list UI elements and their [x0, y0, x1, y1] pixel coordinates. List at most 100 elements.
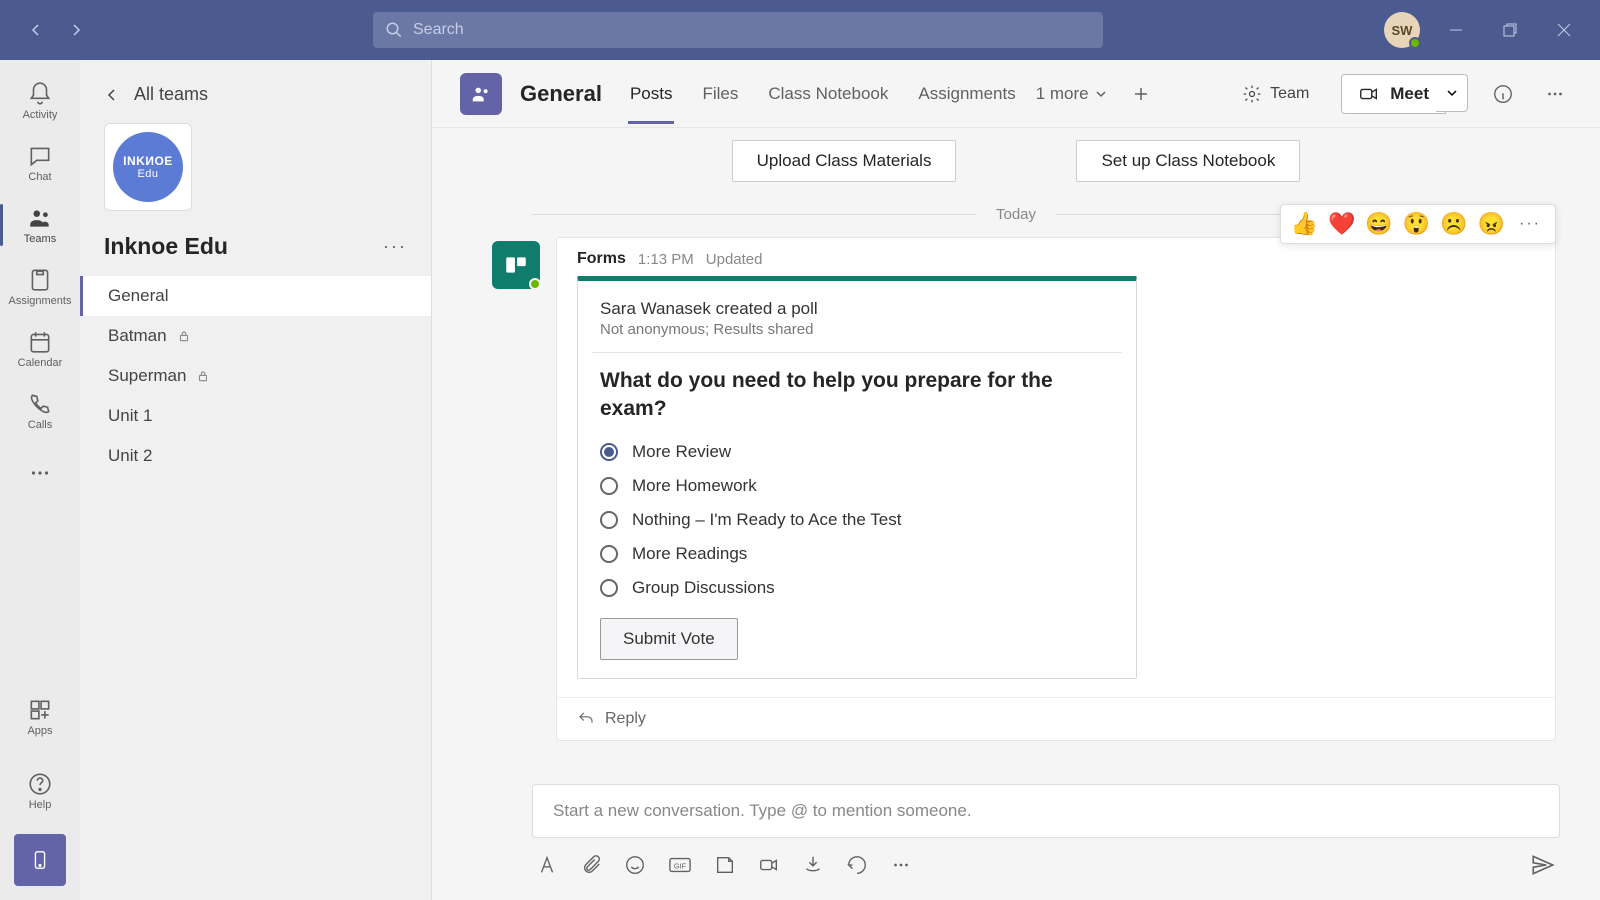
meet-dropdown-button[interactable] [1436, 74, 1468, 112]
emoji-icon[interactable] [624, 854, 646, 876]
reactions-bar: 👍 ❤️ 😄 😲 ☹️ 😠 ··· [1280, 204, 1556, 244]
info-button[interactable] [1486, 77, 1520, 111]
team-btn-label: Team [1270, 85, 1309, 103]
rail-label: Teams [24, 233, 56, 245]
rail-apps[interactable]: Apps [0, 686, 80, 748]
upload-materials-button[interactable]: Upload Class Materials [732, 140, 957, 182]
user-avatar[interactable]: SW [1384, 12, 1420, 48]
svg-text:GIF: GIF [674, 862, 687, 871]
reaction-more-button[interactable]: ··· [1515, 215, 1545, 233]
meet-button[interactable]: Meet [1341, 74, 1446, 114]
window-close-button[interactable] [1546, 12, 1582, 48]
video-icon [1358, 83, 1380, 105]
rail-activity[interactable]: Activity [0, 70, 80, 132]
lock-icon [196, 369, 210, 383]
reaction-emoji[interactable]: 😲 [1403, 211, 1430, 237]
gif-icon[interactable]: GIF [668, 854, 692, 876]
tab-add-button[interactable] [1131, 84, 1151, 104]
channel-item[interactable]: Unit 2 [80, 436, 431, 476]
rail-assignments[interactable]: Assignments [0, 256, 80, 318]
poll-meta: Not anonymous; Results shared [600, 321, 1114, 338]
radio-button [600, 511, 618, 529]
rail-chat[interactable]: Chat [0, 132, 80, 194]
loop-icon[interactable] [846, 854, 868, 876]
channel-title: General [520, 81, 602, 107]
channel-tab[interactable]: Class Notebook [766, 64, 890, 124]
channel-label: General [108, 286, 168, 306]
message-composer: Start a new conversation. Type @ to ment… [532, 784, 1560, 882]
info-icon [1492, 83, 1514, 105]
stream-icon[interactable] [802, 854, 824, 876]
meet-now-icon[interactable] [758, 854, 780, 876]
compose-more-icon[interactable] [890, 854, 912, 876]
search-box[interactable] [373, 12, 1103, 48]
team-icon [1242, 84, 1262, 104]
channel-tab[interactable]: Assignments [916, 64, 1017, 124]
app-rail: Activity Chat Teams Assignments Calendar… [0, 60, 80, 900]
tab-more-dropdown[interactable]: 1 more [1036, 84, 1107, 104]
sticker-icon[interactable] [714, 854, 736, 876]
rail-teams[interactable]: Teams [0, 194, 80, 256]
header-more-button[interactable] [1538, 77, 1572, 111]
send-button[interactable] [1530, 852, 1556, 878]
reaction-emoji[interactable]: 👍 [1291, 211, 1318, 237]
compose-input[interactable]: Start a new conversation. Type @ to ment… [532, 784, 1560, 838]
reply-button[interactable]: Reply [557, 697, 1555, 740]
poll-creator: Sara Wanasek created a poll [600, 299, 1114, 319]
titlebar: SW [0, 0, 1600, 60]
setup-notebook-button[interactable]: Set up Class Notebook [1076, 140, 1300, 182]
poll-option[interactable]: More Homework [600, 476, 1114, 496]
team-logo[interactable]: INKИOE Edu [104, 123, 192, 211]
bell-icon [27, 81, 53, 107]
channel-label: Unit 1 [108, 406, 152, 426]
team-more-button[interactable]: ··· [383, 236, 407, 257]
channel-sidebar: All teams INKИOE Edu Inknoe Edu ··· Gene… [80, 60, 432, 900]
reply-icon [577, 710, 595, 728]
presence-indicator [1409, 37, 1421, 49]
channel-item[interactable]: Unit 1 [80, 396, 431, 436]
poll-option[interactable]: Nothing – I'm Ready to Ace the Test [600, 510, 1114, 530]
poll-option-label: More Readings [632, 544, 747, 564]
radio-button [600, 579, 618, 597]
rail-label: Activity [23, 109, 58, 121]
team-avatar-icon [470, 83, 492, 105]
channel-item[interactable]: General [80, 276, 431, 316]
team-info-button[interactable]: Team [1228, 78, 1323, 110]
poll-question: What do you need to help you prepare for… [600, 367, 1114, 424]
reaction-emoji[interactable]: ❤️ [1328, 211, 1355, 237]
lock-icon [177, 329, 191, 343]
attach-icon[interactable] [580, 854, 602, 876]
reaction-emoji[interactable]: 😠 [1478, 211, 1505, 237]
channel-tab[interactable]: Posts [628, 64, 675, 124]
reaction-emoji[interactable]: 😄 [1365, 211, 1392, 237]
channel-item[interactable]: Superman [80, 356, 431, 396]
submit-vote-button[interactable]: Submit Vote [600, 618, 738, 660]
rail-mobile-button[interactable] [14, 834, 66, 886]
rail-more[interactable] [0, 442, 80, 504]
forms-icon [503, 252, 529, 278]
forms-app-avatar [492, 241, 540, 289]
rail-help[interactable]: Help [0, 760, 80, 822]
format-icon[interactable] [536, 854, 558, 876]
reaction-emoji[interactable]: ☹️ [1440, 211, 1467, 237]
window-minimize-button[interactable] [1438, 12, 1474, 48]
apps-icon [27, 697, 53, 723]
poll-option[interactable]: More Readings [600, 544, 1114, 564]
poll-option[interactable]: Group Discussions [600, 578, 1114, 598]
search-input[interactable] [413, 21, 1091, 39]
channel-tab[interactable]: Files [700, 64, 740, 124]
rail-calls[interactable]: Calls [0, 380, 80, 442]
nav-back-button[interactable] [20, 14, 52, 46]
poll-option-label: Group Discussions [632, 578, 775, 598]
nav-forward-button[interactable] [60, 14, 92, 46]
rail-calendar[interactable]: Calendar [0, 318, 80, 380]
all-teams-button[interactable]: All teams [80, 72, 431, 123]
channel-item[interactable]: Batman [80, 316, 431, 356]
chevron-down-icon [1095, 88, 1107, 100]
window-maximize-button[interactable] [1492, 12, 1528, 48]
post-app-name: Forms [577, 250, 626, 268]
poll-option-label: More Homework [632, 476, 757, 496]
poll-option[interactable]: More Review [600, 442, 1114, 462]
rail-label: Assignments [9, 295, 72, 307]
rail-label: Calendar [18, 357, 63, 369]
